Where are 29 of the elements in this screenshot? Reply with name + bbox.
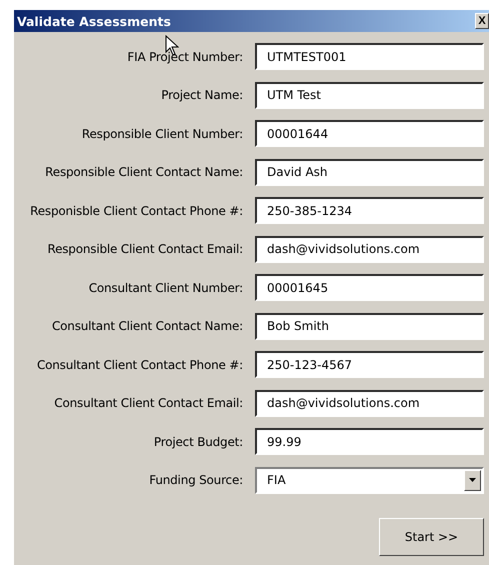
field-label: Responsible Client Contact Email: bbox=[46, 242, 243, 256]
window-title: Validate Assessments bbox=[17, 14, 171, 28]
field-label: Consultant Client Contact Email: bbox=[53, 396, 243, 410]
text-field[interactable]: David Ash bbox=[255, 158, 484, 186]
field-label: Consultant Client Contact Name: bbox=[50, 319, 243, 333]
start-button[interactable]: Start >> bbox=[379, 518, 484, 556]
text-field[interactable]: 00001644 bbox=[255, 120, 484, 147]
close-button[interactable]: X bbox=[475, 13, 489, 29]
text-field[interactable]: 250-123-4567 bbox=[255, 351, 484, 378]
dropdown-button[interactable] bbox=[464, 470, 481, 490]
dropdown-field[interactable]: FIA bbox=[255, 466, 484, 494]
text-field[interactable]: dash@vividsolutions.com bbox=[255, 390, 484, 416]
field-label: FIA Project Number: bbox=[126, 50, 243, 64]
field-label: Responisble Client Contact Phone #: bbox=[29, 204, 243, 218]
text-field[interactable]: UTM Test bbox=[255, 82, 484, 108]
caret-icon bbox=[469, 478, 476, 482]
field-label: Project Name: bbox=[160, 88, 243, 102]
field-label: Project Budget: bbox=[152, 434, 243, 448]
field-label: Funding Source: bbox=[148, 473, 243, 487]
field-label: Consultant Client Number: bbox=[88, 280, 243, 294]
field-label: Responsible Client Number: bbox=[80, 126, 243, 140]
text-field[interactable]: dash@vividsolutions.com bbox=[255, 236, 484, 262]
field-label: Responsible Client Contact Name: bbox=[44, 165, 243, 179]
text-field[interactable]: 250-385-1234 bbox=[255, 197, 484, 224]
text-field[interactable]: 99.99 bbox=[255, 428, 484, 455]
field-label: Consultant Client Contact Phone #: bbox=[36, 358, 243, 372]
text-field[interactable]: 00001645 bbox=[255, 274, 484, 301]
text-field[interactable]: Bob Smith bbox=[255, 312, 484, 340]
text-field[interactable]: UTMTEST001 bbox=[255, 43, 484, 70]
